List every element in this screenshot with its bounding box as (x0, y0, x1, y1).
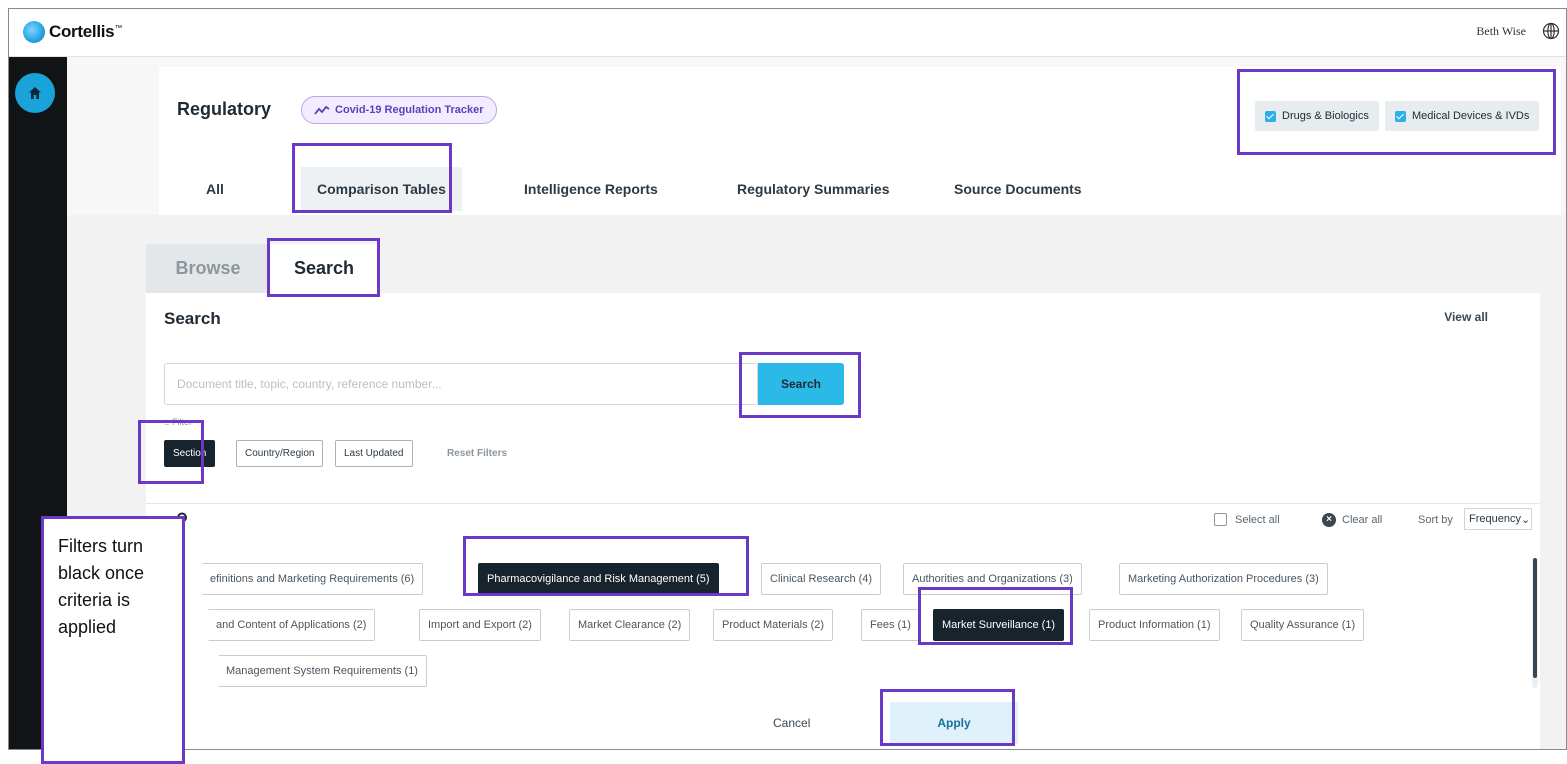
chip-pharmacovigilance[interactable]: Pharmacovigilance and Risk Management (5… (478, 563, 719, 595)
search-input[interactable] (164, 363, 758, 405)
medical-devices-label: Medical Devices & IVDs (1412, 110, 1530, 122)
tab-source-documents[interactable]: Source Documents (954, 181, 1082, 197)
header-card: Regulatory Covid-19 Regulation Tracker D… (159, 67, 1561, 215)
filter-section-button[interactable]: Section (164, 440, 216, 467)
tab-regulatory-summaries[interactable]: Regulatory Summaries (737, 181, 890, 197)
logo-mark-icon (23, 21, 45, 43)
logo-text: Cortellis (49, 22, 115, 41)
medical-devices-toggle[interactable]: Medical Devices & IVDs (1385, 101, 1540, 131)
tab-search[interactable]: Search (270, 244, 378, 293)
chip-market-surveillance[interactable]: Market Surveillance (1) (933, 609, 1065, 641)
chip-market-clearance[interactable]: Market Clearance (2) (569, 609, 691, 641)
top-bar: Cortellis™ Beth Wise (9, 9, 1566, 57)
view-all-link[interactable]: View all (1444, 310, 1488, 324)
checkbox-checked-icon (1395, 110, 1406, 122)
chip-product-materials[interactable]: Product Materials (2) (713, 609, 834, 641)
chip-management-system[interactable]: Management System Requirements (1) (218, 655, 427, 687)
filter-label: ⩸ Filter (164, 417, 192, 428)
globe-icon[interactable] (1542, 22, 1560, 40)
tab-all[interactable]: All (206, 181, 224, 197)
sort-value: Frequency (1469, 513, 1521, 525)
apply-button[interactable]: Apply (890, 702, 1018, 744)
cortellis-logo[interactable]: Cortellis™ (23, 21, 122, 43)
section-filter-panel: Select all × Clear all Sort by Frequency… (146, 503, 1540, 749)
select-all-checkbox[interactable]: Select all (1214, 513, 1280, 526)
checkbox-empty-icon (1214, 513, 1227, 526)
covid-tracker-pill[interactable]: Covid-19 Regulation Tracker (301, 96, 497, 124)
header-area: Regulatory Covid-19 Regulation Tracker D… (67, 57, 1566, 215)
trend-icon (314, 105, 330, 115)
drugs-biologics-label: Drugs & Biologics (1282, 110, 1369, 122)
filter-icon: ⩸ (164, 417, 172, 427)
chip-product-information[interactable]: Product Information (1) (1089, 609, 1220, 641)
sort-select[interactable]: Frequency ⌄ (1464, 508, 1532, 530)
chip-quality-assurance[interactable]: Quality Assurance (1) (1241, 609, 1365, 641)
clear-circle-icon: × (1322, 513, 1336, 527)
cancel-button[interactable]: Cancel (773, 716, 810, 730)
scrollbar-thumb[interactable] (1533, 558, 1537, 678)
chevron-down-icon: ⌄ (1520, 513, 1531, 526)
home-button[interactable] (15, 73, 55, 113)
chip-import-export[interactable]: Import and Export (2) (419, 609, 541, 641)
home-icon (29, 87, 41, 99)
reset-filters-link[interactable]: Reset Filters (447, 448, 507, 459)
drugs-biologics-toggle[interactable]: Drugs & Biologics (1255, 101, 1379, 131)
search-button[interactable]: Search (758, 363, 844, 405)
chip-definitions-marketing[interactable]: efinitions and Marketing Requirements (6… (202, 563, 424, 595)
chip-fees[interactable]: Fees (1) (861, 609, 920, 641)
chip-clinical-research[interactable]: Clinical Research (4) (761, 563, 882, 595)
tab-browse[interactable]: Browse (146, 244, 270, 293)
checkbox-checked-icon (1265, 110, 1276, 122)
covid-pill-label: Covid-19 Regulation Tracker (335, 104, 484, 116)
filter-country-region-button[interactable]: Country/Region (236, 440, 324, 467)
search-card: Search View all Search ⩸ Filter Section … (146, 293, 1540, 503)
page-title: Regulatory (177, 99, 272, 119)
filter-label-text: Filter (171, 417, 192, 427)
content-tabs: All Comparison Tables Intelligence Repor… (159, 163, 1561, 215)
filter-last-updated-button[interactable]: Last Updated (335, 440, 413, 467)
tab-intelligence-reports[interactable]: Intelligence Reports (524, 181, 658, 197)
user-name[interactable]: Beth Wise (1476, 24, 1526, 39)
clear-all-label: Clear all (1342, 514, 1383, 526)
chip-authorities-organizations[interactable]: Authorities and Organizations (3) (903, 563, 1082, 595)
clear-all-button[interactable]: × Clear all (1322, 513, 1382, 527)
chip-marketing-authorization[interactable]: Marketing Authorization Procedures (3) (1119, 563, 1328, 595)
annotation-callout: Filters turn black once criteria is appl… (41, 516, 185, 764)
tab-comparison-tables[interactable]: Comparison Tables (301, 167, 462, 211)
logo-trademark: ™ (114, 23, 123, 33)
sort-by-label: Sort by (1418, 514, 1453, 526)
select-all-label: Select all (1235, 513, 1280, 526)
chip-content-applications[interactable]: and Content of Applications (2) (208, 609, 376, 641)
app-window: Cortellis™ Beth Wise Regulatory Covid-19… (8, 8, 1567, 750)
search-heading: Search (164, 309, 221, 328)
